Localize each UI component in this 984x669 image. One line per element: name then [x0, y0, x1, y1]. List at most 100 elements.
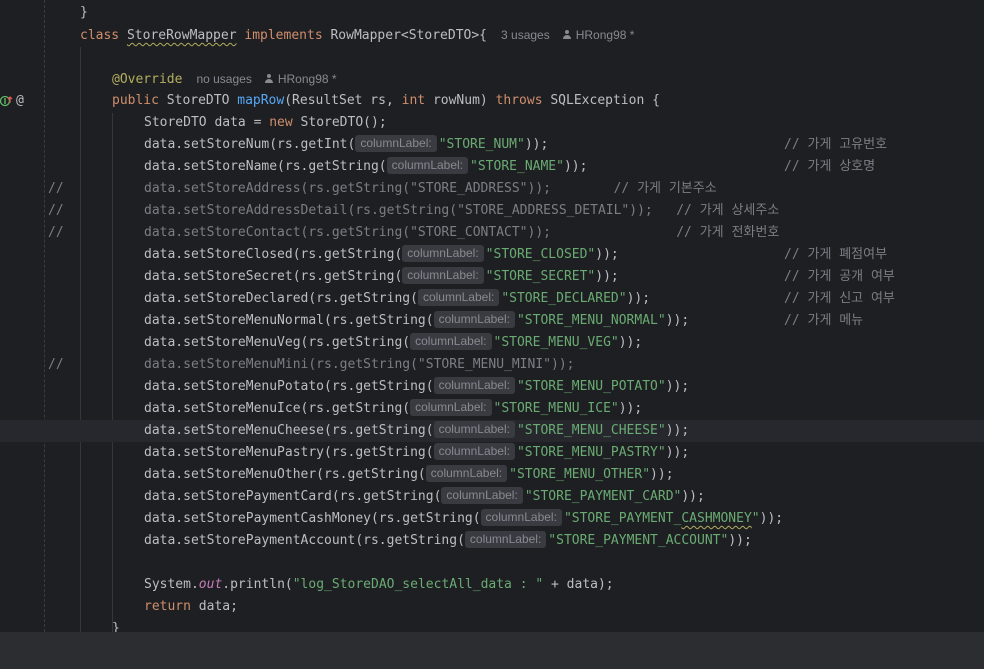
string-token: " [751, 511, 760, 526]
code-line[interactable]: data.setStoreMenuOther(rs.getString(colu… [0, 464, 984, 486]
line-comment: // 가게 고유번호 [784, 137, 888, 152]
string-token: "STORE_MENU_ICE" [493, 401, 619, 416]
string-token: "STORE_MENU_NORMAL" [516, 313, 666, 328]
comment-marker: // [48, 225, 64, 240]
keyword-token: int [401, 93, 433, 108]
code-token: data.setStoreMenuOther(rs.getString( [144, 467, 426, 482]
string-token: "STORE_DECLARED" [501, 291, 627, 306]
string-token: "STORE_MENU_PASTRY" [516, 445, 666, 460]
string-token: "STORE_MENU_OTHER" [509, 467, 651, 482]
code-token: )); [665, 445, 690, 460]
code-token: data.setStoreMenuVeg(rs.getString( [144, 335, 411, 350]
code-token: StoreDTO [166, 93, 238, 108]
string-token: "STORE_MENU_POTATO" [516, 379, 666, 394]
code-line[interactable]: data.setStorePaymentAccount(rs.getString… [0, 530, 984, 552]
bottom-panel [0, 632, 984, 669]
code-line[interactable]: } [0, 618, 984, 632]
code-text: data.setStorePaymentAccount(rs.getString… [144, 530, 752, 552]
code-line[interactable]: data.setStoreMenuVeg(rs.getString(column… [0, 332, 984, 354]
code-line[interactable] [0, 552, 984, 574]
comment-marker: // [48, 203, 64, 218]
code-token: data.setStoreName(rs.getString( [144, 159, 387, 174]
code-line[interactable] [0, 46, 984, 68]
code-line[interactable]: data.setStoreMenuPastry(rs.getString(col… [0, 442, 984, 464]
code-vision-hint[interactable]: 3 usages HRong98 * [501, 28, 634, 42]
code-line[interactable]: data.setStoreMenuNormal(rs.getString(col… [0, 310, 984, 332]
parameter-hint: columnLabel: [433, 421, 515, 438]
line-comment: // 가게 폐점여부 [784, 247, 888, 262]
parameter-hint: columnLabel: [433, 311, 515, 328]
code-text: data.setStoreNum(rs.getInt(columnLabel: "… [144, 134, 548, 156]
string-token: "STORE_MENU_VEG" [493, 335, 619, 350]
code-token: )); [650, 467, 674, 482]
string-token: "STORE_PAYMENT_ [563, 511, 682, 526]
code-line[interactable]: data.setStoreClosed(rs.getString(columnL… [0, 244, 984, 266]
parameter-hint: columnLabel: [464, 531, 547, 548]
code-token: data.setStoreMenuPotato(rs.getString( [144, 379, 434, 394]
code-line[interactable]: data.setStoreMenuPotato(rs.getString(col… [0, 376, 984, 398]
code-line[interactable]: data.setStoreMenuIce(rs.getString(column… [0, 398, 984, 420]
code-line[interactable]: StoreDTO data = new StoreDTO(); [0, 112, 984, 134]
code-line[interactable]: data.setStoreMenuCheese(rs.getString(col… [0, 420, 984, 442]
code-text: @Override no usages HRong98 * [112, 68, 337, 91]
code-line[interactable]: data.setStoreNum(rs.getInt(columnLabel: "… [0, 134, 984, 156]
code-text: data.setStoreAddressDetail(rs.getString(… [144, 200, 779, 222]
code-line[interactable]: data.setStoreName(rs.getString(columnLab… [0, 156, 984, 178]
usages-count[interactable]: 3 usages [501, 28, 550, 42]
code-line[interactable]: // data.setStoreContact(rs.getString("STO… [0, 222, 984, 244]
code-line[interactable]: // data.setStoreMenuMini(rs.getString("ST… [0, 354, 984, 376]
line-comment: // 가게 신고 여부 [784, 291, 895, 306]
parameter-hint: columnLabel: [480, 509, 562, 526]
string-token: "STORE_CLOSED" [485, 247, 596, 262]
code-line[interactable]: // data.setStoreAddress(rs.getString("STO… [0, 178, 984, 200]
code-text: } [80, 2, 88, 24]
author-name: HRong98 * [277, 72, 337, 86]
code-line[interactable]: return data; [0, 596, 984, 618]
author-hint[interactable]: HRong98 * [264, 68, 337, 90]
code-text: data.setStoreDeclared(rs.getString(colum… [144, 288, 650, 310]
code-token: data.setStoreClosed(rs.getString( [144, 247, 403, 262]
code-line[interactable]: // data.setStoreAddressDetail(rs.getStrin… [0, 200, 984, 222]
code-line[interactable]: @Override no usages HRong98 * [0, 68, 984, 90]
comment-marker: // [48, 181, 64, 196]
parameter-hint: columnLabel: [441, 487, 523, 504]
code-line[interactable]: data.setStoreSecret(rs.getString(columnL… [0, 266, 984, 288]
code-line[interactable]: data.setStorePaymentCard(rs.getString(co… [0, 486, 984, 508]
code-text: data.setStoreMenuVeg(rs.getString(column… [144, 332, 642, 354]
keyword-token: new [269, 115, 301, 130]
code-line[interactable]: class StoreRowMapper implements RowMappe… [0, 24, 984, 46]
code-token: + data); [543, 577, 614, 592]
code-token: .println( [222, 577, 293, 592]
code-line[interactable]: data.setStoreDeclared(rs.getString(colum… [0, 288, 984, 310]
annotation-icon[interactable]: @ [16, 90, 24, 112]
comment-token: data.setStoreAddress(rs.getString("STORE… [144, 181, 717, 196]
code-line[interactable]: } [0, 2, 984, 24]
code-text: System.out.println("log_StoreDAO_selectA… [144, 574, 614, 596]
code-editor[interactable]: } class StoreRowMapper implements RowMapp… [0, 0, 984, 632]
implements-method-icon[interactable] [0, 94, 14, 108]
code-text: data.setStoreSecret(rs.getString(columnL… [144, 266, 619, 288]
code-token: )); [665, 423, 690, 438]
code-token: data.setStoreMenuIce(rs.getString( [144, 401, 411, 416]
code-text: data.setStoreAddress(rs.getString("STORE… [144, 178, 717, 200]
string-token: "log_StoreDAO_selectAll_data : " [292, 577, 544, 592]
code-line[interactable]: data.setStorePaymentCashMoney(rs.getStri… [0, 508, 984, 530]
code-line[interactable]: @ public StoreDTO mapRow(ResultSet rs, in… [0, 90, 984, 112]
author-hint[interactable]: HRong98 * [562, 24, 634, 46]
code-token: )); [665, 313, 690, 328]
string-token: "STORE_NUM" [438, 137, 525, 152]
person-icon [562, 30, 572, 40]
code-token: data.setStoreDeclared(rs.getString( [144, 291, 418, 306]
code-text: class StoreRowMapper implements RowMappe… [80, 24, 634, 47]
code-line[interactable]: System.out.println("log_StoreDAO_selectA… [0, 574, 984, 596]
code-text: data.setStorePaymentCashMoney(rs.getStri… [144, 508, 783, 530]
code-vision-hint[interactable]: no usages HRong98 * [196, 72, 336, 86]
string-token: CASHMONEY [681, 511, 752, 526]
usages-count[interactable]: no usages [196, 72, 251, 86]
code-token: )); [665, 379, 690, 394]
code-text: data.setStoreClosed(rs.getString(columnL… [144, 244, 619, 266]
string-token: "STORE_MENU_CHEESE" [516, 423, 666, 438]
line-comment: // 가게 메뉴 [784, 313, 864, 328]
code-token: SQLException { [550, 93, 660, 108]
code-token: )); [595, 247, 619, 262]
